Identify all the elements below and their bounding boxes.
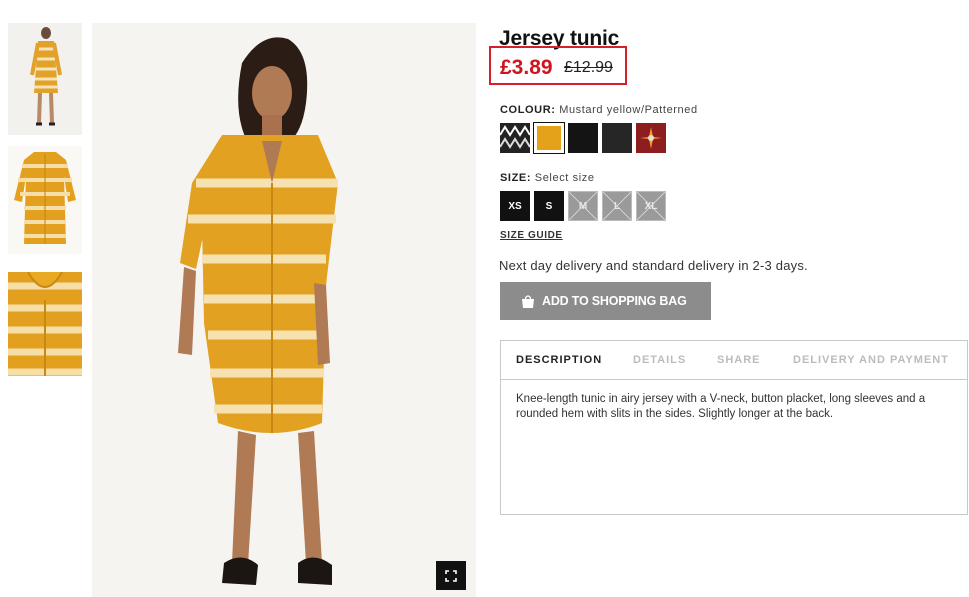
- size-option-label: S: [545, 200, 553, 212]
- model-image: [92, 23, 476, 597]
- black-swatch-icon: [568, 123, 598, 153]
- product-flat-image: [8, 146, 82, 254]
- product-info-tabs: DESCRIPTION DETAILS SHARE DELIVERY AND P…: [500, 340, 968, 515]
- thumbnail-front-full[interactable]: [8, 23, 82, 135]
- size-option-s[interactable]: S: [534, 191, 564, 221]
- product-description: Knee-length tunic in airy jersey with a …: [516, 393, 926, 420]
- size-option-label: XL: [644, 200, 658, 212]
- size-option-m[interactable]: M: [568, 191, 598, 221]
- dark-grey-swatch-icon: [602, 123, 632, 153]
- mustard-swatch-icon: [534, 123, 564, 153]
- size-option-label: L: [613, 200, 621, 212]
- fabric-detail-image: [8, 272, 82, 376]
- swatch-dark-grey[interactable]: [602, 123, 632, 153]
- size-value: Select size: [534, 172, 595, 184]
- swatch-black-white-ikat[interactable]: [500, 123, 530, 153]
- model-thumbnail-image: [8, 23, 82, 135]
- size-option-xs[interactable]: XS: [500, 191, 530, 221]
- swatch-mustard-yellow[interactable]: [533, 122, 565, 154]
- swatch-red-floral[interactable]: [636, 123, 666, 153]
- size-label: SIZE:: [500, 172, 532, 184]
- size-guide-link[interactable]: SIZE GUIDE: [500, 230, 563, 241]
- shopping-bag-icon: [522, 294, 534, 308]
- size-label-row: SIZE: Select size: [500, 172, 595, 184]
- expand-icon: [445, 569, 457, 582]
- colour-label-row: COLOUR: Mustard yellow/Patterned: [500, 104, 698, 116]
- colour-label: COLOUR:: [500, 104, 556, 116]
- colour-value: Mustard yellow/Patterned: [559, 104, 698, 116]
- thumbnail-product-flat[interactable]: [8, 146, 82, 254]
- size-option-label: M: [578, 200, 588, 212]
- swatch-black[interactable]: [568, 123, 598, 153]
- fullscreen-button[interactable]: [436, 561, 466, 590]
- size-option-xl[interactable]: XL: [636, 191, 666, 221]
- tab-share[interactable]: SHARE: [717, 354, 761, 366]
- tab-description[interactable]: DESCRIPTION: [516, 354, 602, 366]
- sale-price: £3.89: [500, 56, 553, 79]
- ikat-pattern-icon: [500, 123, 530, 153]
- tabs-bar: DESCRIPTION DETAILS SHARE DELIVERY AND P…: [501, 341, 967, 380]
- main-product-image[interactable]: [92, 23, 476, 597]
- tab-delivery-and-payment[interactable]: DELIVERY AND PAYMENT: [793, 354, 949, 366]
- floral-pattern-icon: [636, 123, 666, 153]
- original-price: £12.99: [564, 59, 613, 76]
- add-to-bag-label: ADD TO SHOPPING BAG: [542, 294, 687, 308]
- size-option-label: XS: [508, 200, 522, 212]
- thumbnail-detail[interactable]: [8, 272, 82, 376]
- add-to-bag-button[interactable]: ADD TO SHOPPING BAG: [500, 282, 711, 320]
- delivery-info: Next day delivery and standard delivery …: [499, 258, 808, 273]
- size-option-l[interactable]: L: [602, 191, 632, 221]
- tab-details[interactable]: DETAILS: [633, 354, 686, 366]
